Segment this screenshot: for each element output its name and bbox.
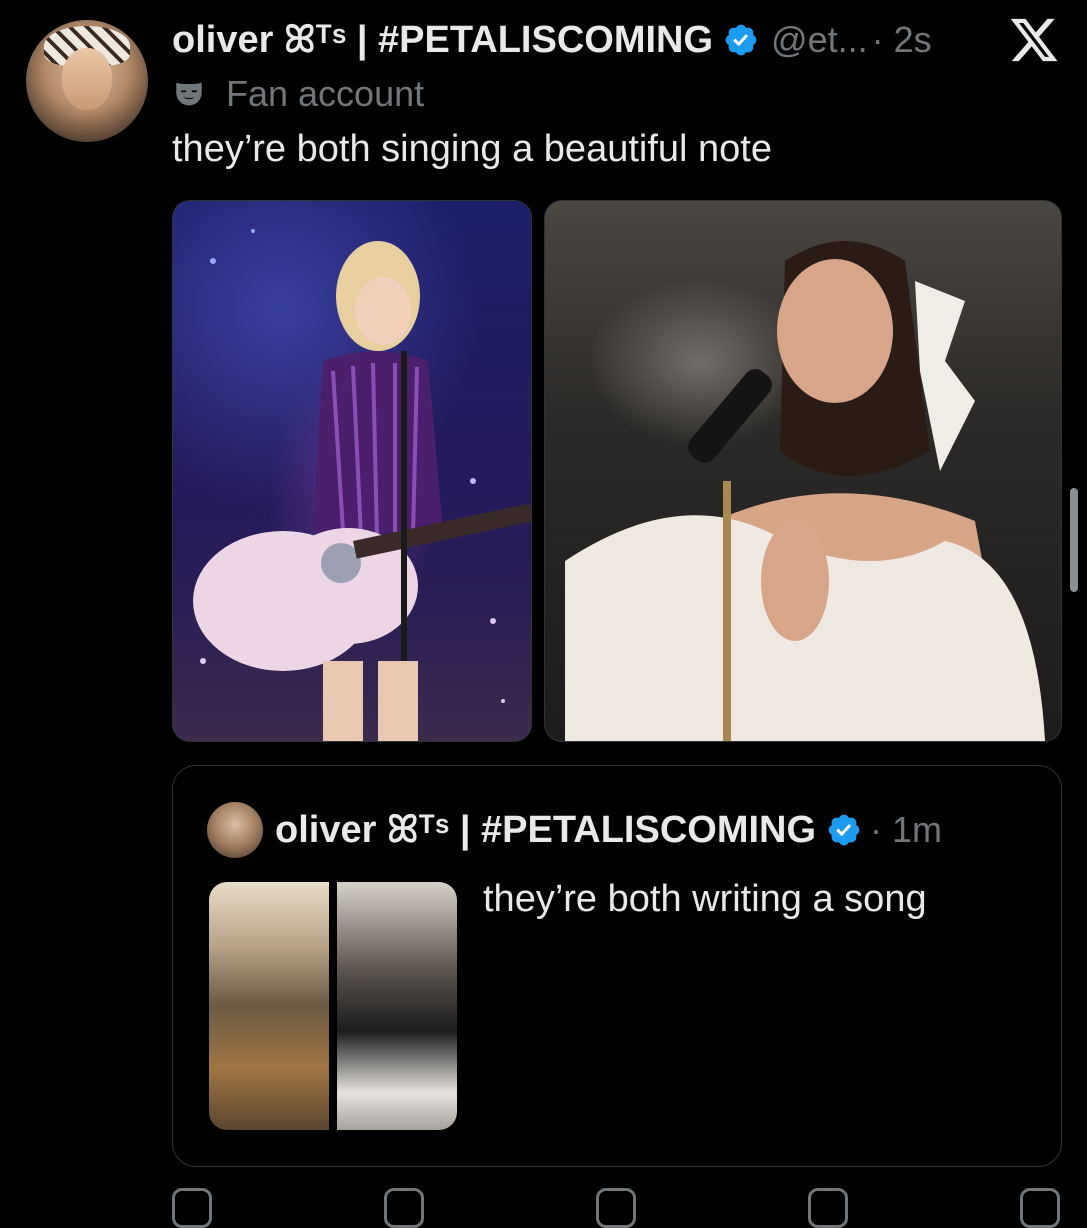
quoted-media-right	[337, 882, 457, 1130]
media-image-left[interactable]	[172, 200, 532, 742]
author-name[interactable]: oliver ꕤᵀˢ | #PETALISCOMING	[172, 19, 713, 62]
quoted-media-thumbnail[interactable]	[209, 882, 457, 1130]
singer-microphone-illustration	[565, 241, 1045, 741]
theater-mask-icon	[176, 82, 202, 106]
verified-badge-icon	[725, 24, 757, 56]
tweet-header: oliver ꕤᵀˢ | #PETALISCOMING @et... · 2s	[172, 14, 932, 66]
quoted-avatar[interactable]	[207, 802, 263, 858]
quoted-author-name[interactable]: oliver ꕤᵀˢ | #PETALISCOMING	[275, 809, 816, 852]
like-icon[interactable]	[596, 1188, 636, 1228]
reply-icon[interactable]	[172, 1188, 212, 1228]
quoted-media-divider	[329, 882, 337, 1130]
tweet-action-bar	[172, 1188, 1060, 1228]
views-icon[interactable]	[808, 1188, 848, 1228]
account-label: Fan account	[172, 72, 424, 116]
tweet-text: they’re both singing a beautiful note	[172, 128, 772, 170]
quoted-media-left	[209, 882, 329, 1130]
quoted-header: oliver ꕤᵀˢ | #PETALISCOMING · 1m	[275, 804, 942, 856]
bookmark-icon[interactable]	[1020, 1188, 1060, 1228]
x-logo-icon[interactable]	[1008, 14, 1060, 66]
verified-badge-icon	[828, 814, 860, 846]
avatar-face	[62, 48, 112, 110]
quoted-tweet-text: they’re both writing a song	[483, 878, 927, 920]
media-image-right[interactable]	[544, 200, 1062, 742]
profile-avatar[interactable]	[26, 20, 148, 142]
retweet-icon[interactable]	[384, 1188, 424, 1228]
fan-account-label: Fan account	[226, 73, 425, 114]
timestamp[interactable]: · 2s	[872, 19, 932, 61]
author-handle[interactable]: @et...	[771, 19, 868, 61]
quoted-timestamp[interactable]: · 1m	[870, 809, 942, 851]
performer-guitar-illustration	[193, 229, 531, 741]
scrollbar-thumb[interactable]	[1070, 488, 1078, 592]
quoted-tweet-card[interactable]: oliver ꕤᵀˢ | #PETALISCOMING · 1m they’re…	[172, 765, 1062, 1167]
